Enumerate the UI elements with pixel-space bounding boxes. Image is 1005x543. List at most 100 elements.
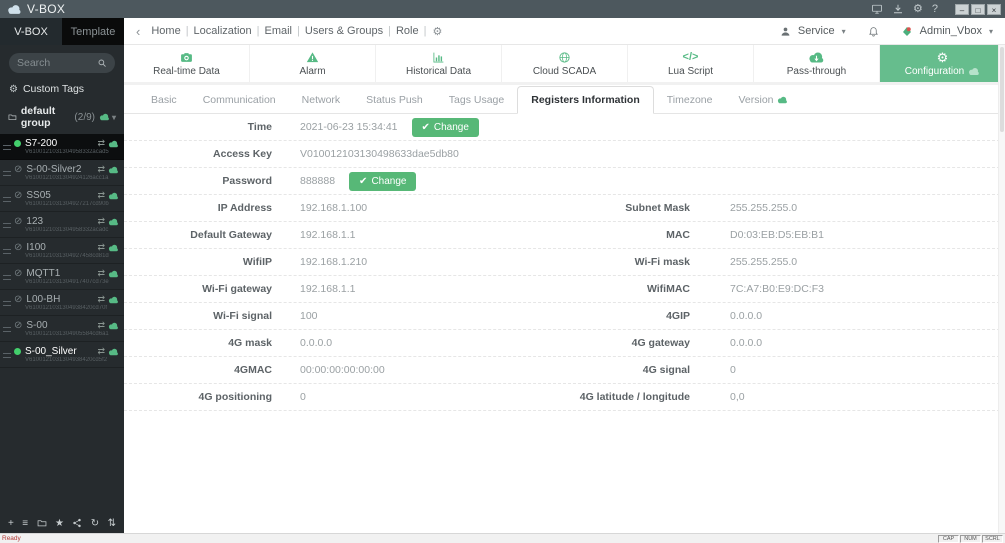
back-chevron-icon[interactable]: ‹ (136, 24, 140, 39)
change-time-button[interactable]: ✔ Change (411, 117, 479, 137)
cloud-icon[interactable] (99, 113, 110, 121)
breadcrumb-role[interactable]: Role (396, 25, 419, 37)
cloud-download-icon (808, 51, 825, 64)
device-row-s7-200[interactable]: S7-200 ⇄ V6100121031304958332acad5 (0, 134, 124, 160)
list-view-icon[interactable]: ≡ (22, 518, 28, 529)
breadcrumb-users-groups[interactable]: Users & Groups (305, 25, 383, 37)
tool-alarm[interactable]: Alarm (250, 45, 376, 82)
scrollbar[interactable] (998, 45, 1005, 533)
tool-cloud-scada[interactable]: Cloud SCADA (502, 45, 628, 82)
change-password-button[interactable]: ✔ Change (349, 171, 417, 191)
service-menu[interactable]: Service (798, 25, 835, 37)
caps-indicator: CAP (938, 534, 959, 543)
device-row-l00-bh[interactable]: ⊘ L00-BH ⇄ V6100121031304938420cd70f (0, 290, 124, 316)
tab-template[interactable]: Template (62, 18, 124, 45)
breadcrumb-localization[interactable]: Localization (194, 25, 252, 37)
close-button[interactable]: × (987, 3, 1001, 15)
download-icon[interactable] (892, 3, 904, 15)
drag-handle[interactable] (3, 223, 11, 228)
breadcrumb-home[interactable]: Home (151, 25, 180, 37)
bell-icon[interactable] (868, 26, 879, 37)
drag-handle[interactable] (3, 327, 11, 332)
cloud-icon[interactable] (108, 296, 119, 304)
cloud-icon[interactable] (108, 166, 119, 174)
minimize-button[interactable]: – (955, 3, 969, 15)
monitor-icon[interactable] (871, 3, 883, 15)
folder-icon[interactable] (37, 518, 47, 528)
gear-icon[interactable]: ⚙ (913, 3, 923, 15)
drag-handle[interactable] (3, 275, 11, 280)
search-icon[interactable] (97, 58, 107, 68)
sync-icon[interactable]: ⇄ (97, 190, 105, 201)
breadcrumb-email[interactable]: Email (265, 25, 293, 37)
refresh-icon[interactable]: ↻ (91, 518, 99, 529)
drag-handle[interactable] (3, 197, 11, 202)
sync-icon[interactable]: ⇄ (97, 346, 105, 357)
tool-label: Lua Script (667, 65, 714, 77)
tab-network[interactable]: Network (289, 87, 354, 113)
tool-pass-through[interactable]: Pass-through (754, 45, 880, 82)
sync-icon[interactable]: ⇄ (97, 216, 105, 227)
cloud-icon[interactable] (108, 218, 119, 226)
device-group-header[interactable]: default group (2/9) ▾ (0, 101, 124, 134)
cloud-icon[interactable] (108, 270, 119, 278)
search-input[interactable] (17, 57, 97, 69)
breadcrumb-settings-icon[interactable]: ⚙ (432, 25, 442, 38)
tab-version[interactable]: Version (725, 87, 800, 113)
cloud-icon[interactable] (108, 348, 119, 356)
tab-timezone[interactable]: Timezone (654, 87, 726, 113)
drag-handle[interactable] (3, 301, 11, 306)
add-device-icon[interactable]: + (8, 518, 14, 529)
tab-communication[interactable]: Communication (190, 87, 289, 113)
share-icon[interactable] (72, 518, 82, 528)
sort-icon[interactable]: ⇅ (108, 518, 116, 529)
mac-label: MAC (666, 229, 690, 241)
sync-icon[interactable]: ⇄ (97, 242, 105, 253)
cloud-icon[interactable] (108, 244, 119, 252)
search-box[interactable] (9, 53, 115, 73)
scrollbar-thumb[interactable] (1000, 47, 1004, 132)
star-icon[interactable]: ★ (55, 518, 64, 529)
sync-icon[interactable]: ⇄ (97, 164, 105, 175)
chevron-down-icon[interactable]: ▾ (112, 113, 116, 122)
tool-label: Alarm (299, 65, 326, 77)
device-name: 123 (26, 216, 44, 227)
tab-basic[interactable]: Basic (138, 87, 190, 113)
maximize-button[interactable]: □ (971, 3, 985, 15)
help-icon[interactable]: ? (932, 3, 938, 15)
4g-positioning-label: 4G positioning (198, 391, 273, 403)
tab-vbox[interactable]: V-BOX (0, 18, 62, 45)
tool-realtime-data[interactable]: Real-time Data (124, 45, 250, 82)
4gip-value: 0.0.0.0 (730, 310, 763, 322)
tool-lua-script[interactable]: </> Lua Script (628, 45, 754, 82)
cloud-icon[interactable] (108, 322, 119, 330)
4g-positioning-value: 0 (300, 391, 306, 403)
account-menu[interactable]: Admin_Vbox (920, 25, 982, 37)
device-row-s-00[interactable]: ⊘ S-00 ⇄ V6100121031304905584cd6a1 (0, 316, 124, 342)
change-label: Change (371, 175, 407, 187)
drag-handle[interactable] (3, 249, 11, 254)
device-row-s-00-silver2[interactable]: ⊘ S-00-Silver2 ⇄ V6100121031304924126acc… (0, 160, 124, 186)
device-serial: V6100121031304927217cd90b (25, 201, 109, 207)
sync-icon[interactable]: ⇄ (97, 320, 105, 331)
device-row-i100[interactable]: ⊘ I100 ⇄ V6100121031304927458cd81d (0, 238, 124, 264)
device-row-ss05[interactable]: ⊘ SS05 ⇄ V6100121031304927217cd90b (0, 186, 124, 212)
device-row-s-00-silver[interactable]: S-00_Silver ⇄ V6100121031304938420cd5f2 (0, 342, 124, 368)
tab-registers-information[interactable]: Registers Information (517, 86, 654, 114)
tool-configuration[interactable]: ⚙ Configuration (880, 45, 1005, 82)
custom-tags-item[interactable]: ⚙ Custom Tags (0, 79, 124, 101)
sync-icon[interactable]: ⇄ (97, 294, 105, 305)
tool-historical-data[interactable]: Historical Data (376, 45, 502, 82)
tab-tags-usage[interactable]: Tags Usage (436, 87, 517, 113)
device-row-123[interactable]: ⊘ 123 ⇄ V6100121031304958332acadc (0, 212, 124, 238)
device-row-mqtt1[interactable]: ⊘ MQTT1 ⇄ V6100121031304917407cd73e (0, 264, 124, 290)
drag-handle[interactable] (3, 353, 11, 358)
tab-status-push[interactable]: Status Push (353, 87, 436, 113)
4gip-label: 4GIP (666, 310, 690, 322)
drag-handle[interactable] (3, 145, 11, 150)
cloud-icon[interactable] (108, 140, 119, 148)
sync-icon[interactable]: ⇄ (97, 138, 105, 149)
cloud-icon[interactable] (108, 192, 119, 200)
drag-handle[interactable] (3, 171, 11, 176)
sync-icon[interactable]: ⇄ (97, 268, 105, 279)
